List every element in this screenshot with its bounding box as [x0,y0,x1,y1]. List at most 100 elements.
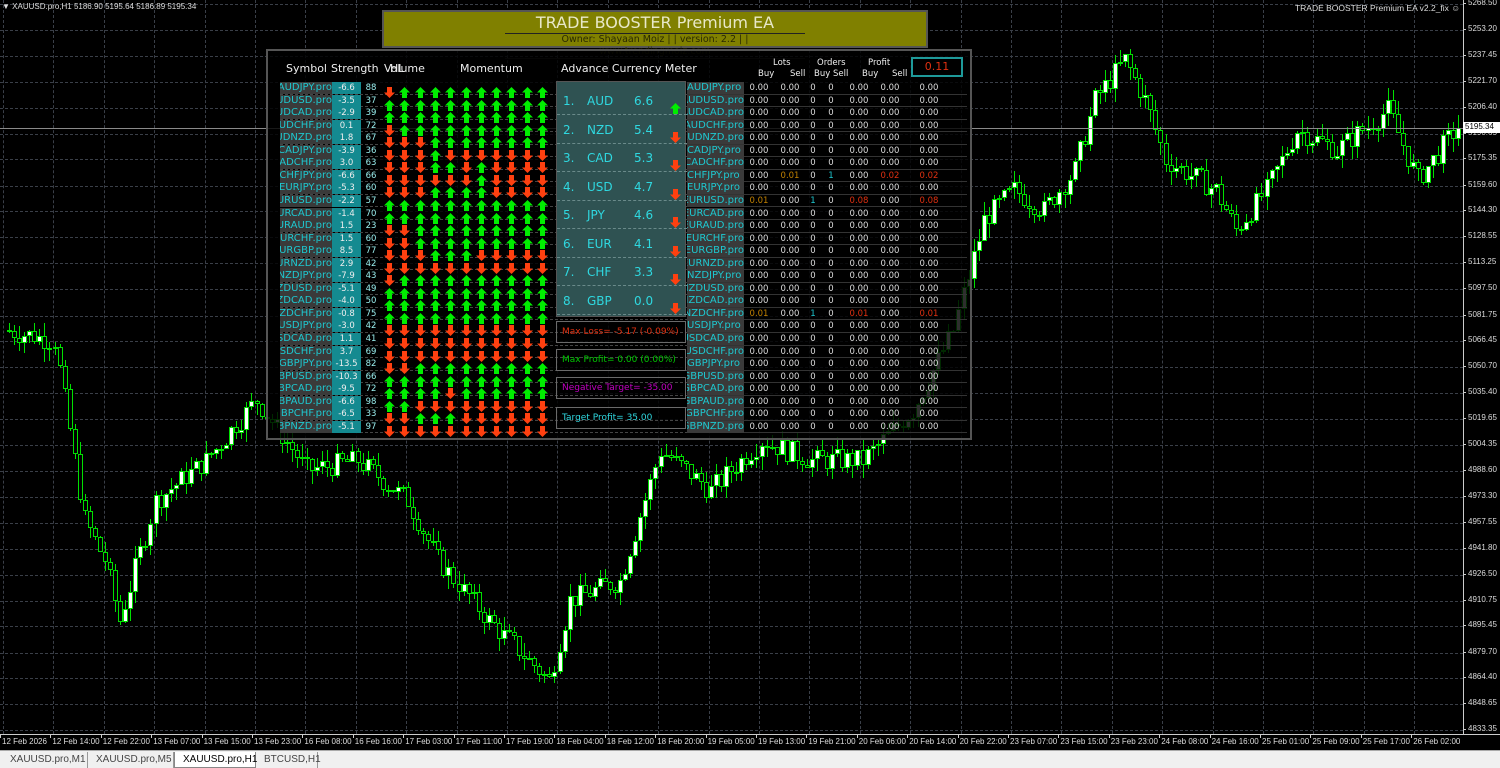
symbol-cell[interactable]: EURGBP.pro [280,245,332,258]
candle-bearish [1158,129,1164,144]
trade-symbol-cell[interactable]: EURAUD.pro [687,220,744,233]
profit-buy-cell: 0.00 [849,183,869,194]
trade-symbol-cell[interactable]: GBPJPY.pro [687,358,744,371]
arrow-down-icon [506,171,518,186]
meter-currency: CAD [587,151,613,165]
symbol-cell[interactable]: GBPCAD.pro [280,383,332,396]
symbol-cell[interactable]: EURCHF.pro [280,232,332,245]
symbol-cell[interactable]: USDCAD.pro [280,333,332,345]
symbol-cell[interactable]: GBPAUD.pro [280,395,332,408]
symbol-cell[interactable]: USDCHF.pro [280,345,332,358]
trade-symbol-cell[interactable]: USDJPY.pro [687,320,744,333]
orders-buy-cell: 0 [810,359,816,370]
arrow-up-icon [475,108,487,124]
trade-symbol-cell[interactable]: EURCHF.pro [687,232,744,245]
trade-symbol-cell[interactable]: EURJPY.pro [687,182,744,195]
time-tick-label: 19 Feb 05:00 [705,734,755,746]
arrow-up-icon [445,359,457,375]
trade-symbol-cell[interactable]: EURCAD.pro [687,207,744,220]
arrow-up-icon [537,234,548,249]
symbol-cell[interactable]: NZDJPY.pro [280,270,332,283]
trade-symbol-cell[interactable]: GBPCAD.pro [687,383,744,396]
symbol-cell[interactable]: GBPJPY.pro [280,358,332,371]
trade-symbol-cell[interactable]: AUDCAD.pro [687,107,744,120]
trade-symbol-cell[interactable]: NZDCAD.pro [687,295,744,308]
header-lots-sell: Sell [790,69,806,79]
trade-symbol-cell[interactable]: NZDJPY.pro [687,270,744,283]
arrow-up-icon [384,296,395,312]
trade-symbol-cell[interactable]: AUDNZD.pro [687,132,744,145]
arrow-up-icon [460,96,472,111]
symbol-cell[interactable]: NZDCAD.pro [280,295,332,308]
symbol-cell[interactable]: GBPNZD.pro [280,420,332,433]
symbol-cell[interactable]: AUDJPY.pro [280,82,332,94]
arrow-up-icon [460,133,472,149]
trade-symbol-cell[interactable]: CADJPY.pro [687,144,744,157]
symbol-cell[interactable]: EURNZD.pro [280,257,332,270]
trade-symbol-cell[interactable]: AUDCHF.pro [687,119,744,132]
symbol-cell[interactable]: NZDCHF.pro [280,307,332,320]
arrow-up-icon [460,284,472,299]
candle-bullish [173,485,179,490]
symbol-cell[interactable]: EURAUD.pro [280,220,332,233]
symbol-cell[interactable]: AUDUSD.pro [280,94,332,107]
candle-bullish [552,672,558,677]
symbol-cell[interactable]: GBPCHF.pro [280,408,332,421]
arrow-down-icon [475,397,487,412]
candle-bullish [633,540,639,557]
tab-xauusd-pro-h1[interactable]: XAUUSD.pro,H1 [174,752,257,768]
trade-symbol-cell[interactable]: EURGBP.pro [687,245,744,258]
price-tick-label: 5113.25 [1462,257,1497,267]
candle-bearish [103,551,108,563]
trade-symbol-cell[interactable]: CADCHF.pro [687,157,744,170]
symbol-cell[interactable]: EURUSD.pro [280,194,332,207]
symbol-cell[interactable]: CHFJPY.pro [280,169,332,182]
symbol-cell[interactable]: CADJPY.pro [280,144,332,157]
arrow-down-icon [491,171,503,186]
candle-bullish [991,198,997,225]
symbol-cell[interactable]: EURCAD.pro [280,207,332,220]
trade-symbol-cell[interactable]: EURNZD.pro [687,257,744,270]
symbol-cell[interactable]: USDJPY.pro [280,320,332,333]
symbol-cell[interactable]: AUDNZD.pro [280,132,332,145]
symbol-cell[interactable]: GBPUSD.pro [280,370,332,383]
symbol-cell[interactable]: NZDUSD.pro [280,282,332,295]
time-tick-label: 25 Feb 01:00 [1259,734,1310,746]
lots-buy-cell: 0.00 [749,296,769,307]
candle-bullish [643,500,649,518]
tab-xauusd-pro-m1[interactable]: XAUUSD.pro,M1 [2,752,88,768]
trade-symbol-cell[interactable]: USDCHF.pro [687,345,744,358]
trade-row: USDJPY.pro 0.00 0.00 0 0 0.00 0.00 0.00 [687,320,967,333]
strength-cell: 1.1 [332,333,361,345]
candle-bearish [1148,95,1154,111]
trade-symbol-cell[interactable]: GBPCHF.pro [687,408,744,421]
profit-sell-cell: 0.00 [880,158,900,169]
trade-symbol-cell[interactable]: AUDJPY.pro [687,82,744,94]
tab-btcusd-h1[interactable]: BTCUSD,H1 [256,752,321,768]
candle-bullish [1067,180,1073,195]
symbol-cell[interactable]: CADCHF.pro [280,157,332,170]
tab-xauusd-pro-m5[interactable]: XAUUSD.pro,M5 [88,752,174,768]
symbol-cell[interactable]: EURJPY.pro [280,182,332,195]
trade-symbol-cell[interactable]: EURUSD.pro [687,194,744,207]
arrow-up-icon [460,234,472,249]
arrow-up-icon [670,96,681,114]
trade-symbol-cell[interactable]: GBPUSD.pro [687,370,744,383]
trade-symbol-cell[interactable]: NZDUSD.pro [687,282,744,295]
orders-sell-cell: 0 [828,246,834,257]
trade-symbol-cell[interactable]: GBPAUD.pro [687,395,744,408]
profit-buy-cell: 0.00 [849,133,869,144]
strength-cell: 2.9 [332,257,361,270]
trade-symbol-cell[interactable]: USDCAD.pro [687,333,744,345]
trade-symbol-cell[interactable]: GBPNZD.pro [687,420,744,433]
trade-symbol-cell[interactable]: NZDCHF.pro [687,307,744,320]
candle-bullish [628,556,634,574]
symbol-cell[interactable]: AUDCAD.pro [280,107,332,120]
arrow-up-icon [399,384,411,400]
trade-symbol-cell[interactable]: AUDUSD.pro [687,94,744,107]
symbol-cell[interactable]: AUDCHF.pro [280,119,332,132]
trade-symbol-cell[interactable]: CHFJPY.pro [687,169,744,182]
candle-bearish [82,500,88,512]
lots-sell-cell: 0.00 [780,145,800,156]
arrow-down-icon [506,422,518,437]
